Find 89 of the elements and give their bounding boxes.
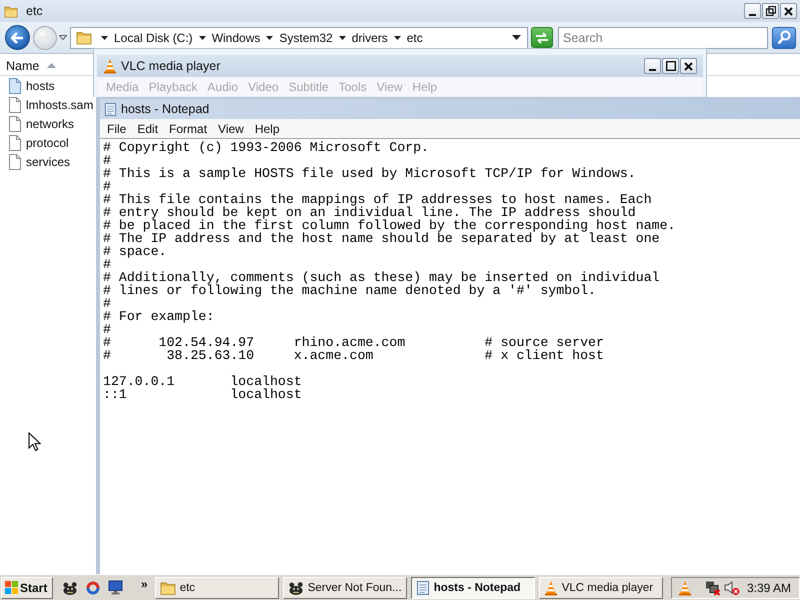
directory-entry[interactable]: hosts — [0, 76, 95, 95]
minimize-button[interactable] — [644, 58, 661, 74]
window-title: hosts - Notepad — [121, 102, 210, 116]
text-line: ::1 localhost — [103, 388, 302, 401]
traffic-cone-icon — [103, 58, 117, 74]
creature-icon — [288, 580, 304, 596]
maximize-icon — [666, 61, 676, 71]
menu-item[interactable]: View — [213, 122, 250, 136]
breadcrumb-item[interactable]: Local Disk (C:) — [114, 30, 193, 44]
directory-entry[interactable]: networks — [0, 114, 95, 133]
close-button[interactable] — [680, 58, 697, 74]
taskbar-button[interactable]: hosts - Notepad — [410, 576, 535, 598]
left-arrow-icon — [11, 32, 24, 44]
flag-icon — [4, 580, 19, 595]
start-button[interactable]: Start — [1, 576, 53, 598]
folder-icon — [160, 580, 176, 596]
directory-entry[interactable]: services — [0, 152, 95, 171]
text-line: # 38.25.63.10 x.acme.com # x client host — [103, 349, 604, 362]
menu-item[interactable]: File — [102, 122, 132, 136]
menu-item[interactable]: Format — [164, 122, 214, 136]
menu-item[interactable]: Edit — [132, 122, 164, 136]
search-field[interactable]: Search — [558, 26, 768, 48]
mouse-pointer-icon — [28, 432, 41, 452]
speaker-muted-icon[interactable] — [724, 580, 740, 596]
text-line: # — [103, 154, 111, 167]
restore-icon — [766, 6, 776, 16]
search-button[interactable] — [772, 26, 796, 48]
close-icon — [684, 62, 693, 70]
notepad-icon — [104, 102, 117, 116]
text-line: # — [103, 258, 111, 271]
breadcrumb-item[interactable]: etc — [406, 30, 423, 44]
search-icon — [777, 30, 791, 45]
right-arrow-icon — [39, 32, 51, 43]
caret-icon[interactable] — [101, 36, 108, 40]
traffic-cone-icon — [544, 580, 558, 596]
text-line: # For example: — [103, 310, 214, 323]
close-icon — [784, 6, 793, 16]
network-error-icon[interactable] — [705, 580, 721, 596]
sort-arrow-icon — [47, 63, 56, 68]
text-line: 127.0.0.1 localhost — [103, 375, 302, 388]
traffic-cone-icon[interactable] — [678, 580, 692, 596]
text-line: # entry should be kept on an individual line. The IP address should — [103, 206, 636, 219]
caret-icon[interactable] — [338, 36, 346, 40]
text-line: # Additionally, comments (such as these) may be inserted on individual — [103, 271, 660, 284]
text-line: # This is a sample HOSTS file used by Microsoft TCP/IP for Windows. — [103, 167, 636, 180]
creature-icon[interactable] — [62, 580, 78, 596]
text-line: # This file contains the mappings of IP addresses to host names. Each — [103, 193, 652, 206]
text-line: # 102.54.94.97 rhino.acme.com # source server — [103, 336, 604, 349]
caret-icon[interactable] — [512, 35, 521, 40]
text-line: # be placed in the first column followed by the corresponding host name. — [103, 219, 676, 232]
restore-button[interactable] — [762, 3, 779, 19]
notepad-icon — [416, 580, 430, 596]
clock[interactable]: 3:39 AM — [746, 580, 791, 594]
address-field[interactable]: Local Disk (C:) Windows System32 drivers etc — [70, 26, 528, 48]
taskbar-button[interactable]: etc — [154, 576, 279, 598]
taskbar-button[interactable]: VLC media player — [538, 576, 663, 598]
recent-pages-button[interactable] — [58, 32, 67, 42]
arrows-icon — [535, 32, 549, 44]
breadcrumb-item[interactable]: Windows — [212, 30, 260, 44]
directory-entry[interactable]: protocol — [0, 133, 95, 152]
breadcrumb-item[interactable]: drivers — [352, 30, 388, 44]
caret-icon[interactable] — [394, 36, 401, 40]
name-column-header[interactable]: Name — [0, 56, 95, 75]
maximize-button[interactable] — [662, 58, 679, 74]
monitor-icon[interactable] — [108, 580, 123, 595]
caret-icon[interactable] — [266, 36, 274, 40]
close-button[interactable] — [780, 3, 797, 19]
caret-icon — [58, 35, 66, 40]
caret-icon[interactable] — [198, 36, 206, 40]
ring-icon[interactable] — [86, 580, 100, 594]
text-line: # lines or following the machine name denoted by a '#' symbol. — [103, 284, 596, 297]
text-line: # space. — [103, 245, 167, 258]
text-line: # Copyright (c) 1993-2006 Microsoft Corp. — [103, 141, 430, 154]
overflow-chevron[interactable]: » — [141, 577, 148, 591]
text-line: # — [103, 323, 111, 336]
window-title: VLC media player — [121, 59, 220, 73]
text-line: # — [103, 180, 111, 193]
text-line: # The IP address and the host name should be separated by at least one — [103, 232, 660, 245]
taskbar-button[interactable]: Server Not Foun... — [282, 576, 407, 598]
minimize-icon — [749, 14, 756, 16]
directory-entry[interactable]: lmhosts.sam — [0, 95, 95, 114]
refresh-button[interactable] — [531, 27, 553, 48]
breadcrumb-item[interactable]: System32 — [279, 30, 333, 44]
window-title: etc — [26, 4, 43, 18]
text-line: # — [103, 297, 111, 310]
minimize-button[interactable] — [744, 3, 761, 19]
back-button[interactable] — [5, 25, 30, 50]
minimize-icon — [649, 68, 656, 70]
menu-item[interactable]: Help — [250, 122, 286, 136]
